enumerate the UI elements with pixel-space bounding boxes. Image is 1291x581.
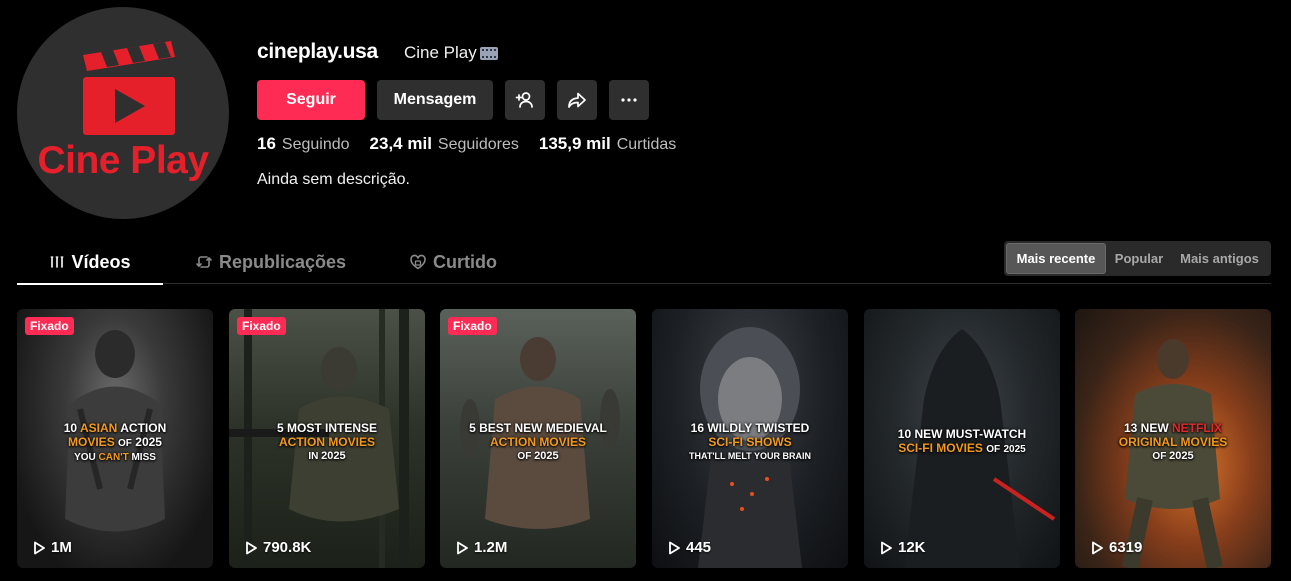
nickname-text: Cine Play — [404, 43, 477, 62]
view-count-value: 12K — [898, 539, 926, 556]
followers-count[interactable]: 23,4 mil — [370, 134, 432, 154]
tab-reposts-label: Republicações — [219, 251, 347, 272]
following-count[interactable]: 16 — [257, 134, 276, 154]
video-card[interactable]: Fixado 5 MOST INTENSE ACTION MOVIES IN 2… — [229, 309, 425, 568]
play-icon — [34, 541, 45, 554]
play-icon — [1092, 541, 1103, 554]
message-button[interactable]: Mensagem — [377, 80, 493, 120]
profile-handle: cineplay.usa — [257, 40, 378, 63]
film-frames-icon — [479, 46, 498, 60]
video-title: 16 WILDLY TWISTED SCI-FI SHOWS THAT'LL M… — [689, 421, 811, 461]
share-button[interactable] — [557, 80, 597, 120]
profile-avatar[interactable]: Cine Play — [17, 7, 229, 219]
profile-stats: 16 Seguindo 23,4 mil Seguidores 135,9 mi… — [257, 134, 696, 154]
pinned-badge: Fixado — [25, 317, 74, 335]
video-card[interactable]: 13 NEW NETFLIX ORIGINAL MOVIES OF 2025 6… — [1075, 309, 1271, 568]
view-count-value: 1M — [51, 539, 72, 556]
play-icon — [246, 541, 257, 554]
sort-popular[interactable]: Popular — [1106, 243, 1172, 274]
view-count: 790.8K — [245, 539, 311, 556]
profile-bio: Ainda sem descrição. — [257, 171, 410, 188]
video-title: 10 NEW MUST-WATCH SCI-FI MOVIES OF 2025 — [897, 427, 1027, 455]
more-options-button[interactable] — [609, 80, 649, 120]
video-title: 5 BEST NEW MEDIEVAL ACTION MOVIES OF 202… — [469, 421, 607, 462]
play-icon — [669, 541, 680, 554]
heart-icon — [410, 254, 426, 270]
video-title: 13 NEW NETFLIX ORIGINAL MOVIES OF 2025 — [1118, 421, 1228, 462]
view-count: 445 — [668, 539, 711, 556]
tab-liked[interactable]: Curtido — [409, 240, 497, 284]
sort-oldest[interactable]: Mais antigos — [1172, 243, 1267, 274]
video-title: 5 MOST INTENSE ACTION MOVIES IN 2025 — [276, 421, 377, 462]
tab-videos-label: Vídeos — [71, 251, 131, 272]
following-label[interactable]: Seguindo — [282, 136, 350, 154]
avatar-brand-text: Cine Play — [37, 139, 209, 182]
view-count: 6319 — [1091, 539, 1142, 556]
video-card[interactable]: 10 NEW MUST-WATCH SCI-FI MOVIES OF 2025 … — [864, 309, 1060, 568]
view-count: 1.2M — [456, 539, 507, 556]
profile-nickname: Cine Play — [404, 43, 498, 63]
clapperboard-icon — [83, 41, 175, 135]
more-icon — [621, 98, 637, 102]
view-count: 12K — [880, 539, 926, 556]
video-title: 10 ASIAN ACTION MOVIES OF 2025 YOU CAN'T… — [63, 421, 167, 463]
view-count-value: 1.2M — [474, 539, 508, 556]
followers-label[interactable]: Seguidores — [438, 136, 519, 154]
share-icon — [568, 92, 586, 108]
repost-icon — [196, 256, 212, 268]
video-card[interactable]: Fixado 5 BEST NEW MEDIEVAL ACTION MOVIES… — [440, 309, 636, 568]
sort-selector: Mais recente Popular Mais antigos — [1004, 241, 1271, 276]
view-count-value: 790.8K — [263, 539, 312, 556]
pinned-badge: Fixado — [448, 317, 497, 335]
add-user-icon — [515, 92, 533, 108]
play-icon — [457, 541, 468, 554]
likes-label: Curtidas — [616, 136, 677, 153]
likes-count: 135,9 mil — [538, 134, 611, 153]
play-icon — [881, 541, 892, 554]
tab-reposts[interactable]: Republicações — [195, 240, 346, 284]
view-count: 1M — [33, 539, 72, 556]
video-card[interactable]: 16 WILDLY TWISTED SCI-FI SHOWS THAT'LL M… — [652, 309, 848, 568]
video-card[interactable]: Fixado 10 ASIAN ACTION MOVIES OF 2025 YO… — [17, 309, 213, 568]
tab-videos[interactable]: Vídeos — [17, 240, 163, 285]
grid-icon — [50, 256, 64, 268]
sort-latest[interactable]: Mais recente — [1006, 243, 1106, 274]
view-count-value: 6319 — [1109, 539, 1143, 556]
tab-liked-label: Curtido — [433, 251, 497, 272]
view-count-value: 445 — [686, 539, 712, 556]
follow-button[interactable]: Seguir — [257, 80, 365, 120]
pinned-badge: Fixado — [237, 317, 286, 335]
add-friend-button[interactable] — [505, 80, 545, 120]
